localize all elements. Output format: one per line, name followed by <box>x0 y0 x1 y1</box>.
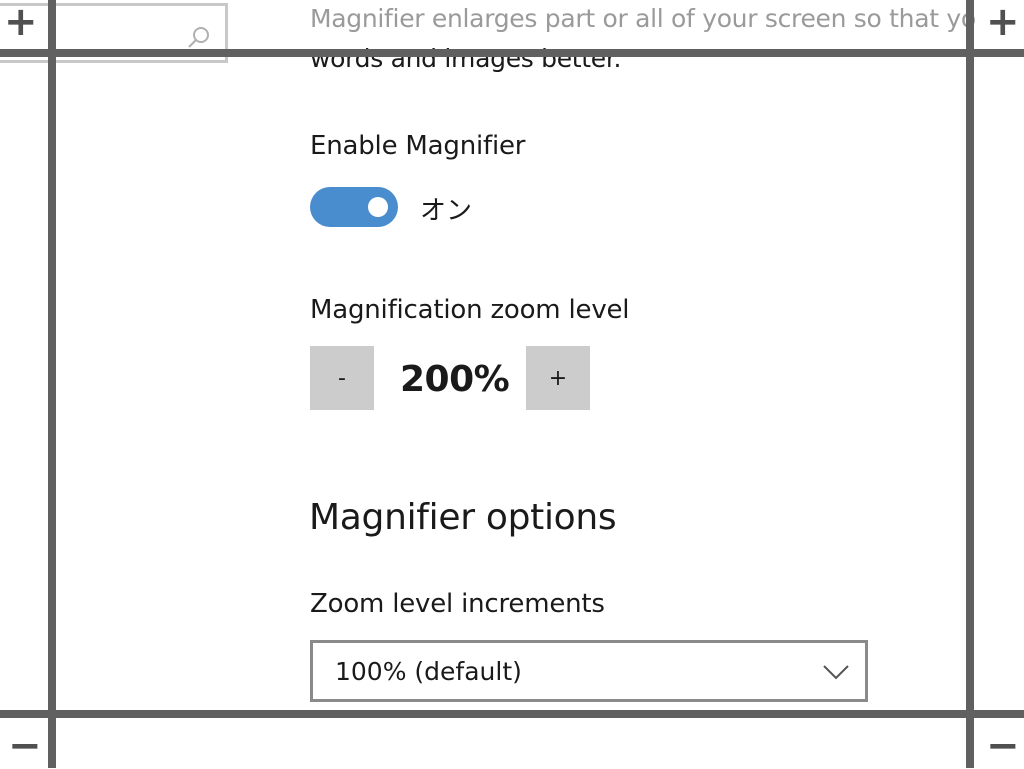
zoom-out-icon[interactable]: − <box>8 726 42 766</box>
zoom-decrease-button[interactable]: - <box>310 346 374 410</box>
enable-magnifier-label: Enable Magnifier <box>310 131 526 161</box>
page-description-line-1: Magnifier enlarges part or all of your s… <box>310 4 976 33</box>
magnifier-frame-right[interactable] <box>966 0 974 768</box>
zoom-decrease-label: - <box>338 365 346 391</box>
chevron-down-icon <box>823 665 849 680</box>
magnifier-frame-left[interactable] <box>48 0 56 768</box>
magnifier-frame-bottom <box>0 710 1024 718</box>
enable-magnifier-toggle[interactable] <box>310 187 398 227</box>
toggle-knob <box>368 197 388 217</box>
zoom-out-icon[interactable]: − <box>986 726 1020 766</box>
zoom-increase-label: + <box>548 365 568 391</box>
zoom-in-icon[interactable]: + <box>986 2 1020 42</box>
magnifier-frame-top <box>0 49 1024 57</box>
zoom-increments-label: Zoom level increments <box>310 589 605 619</box>
magnifier-options-heading: Magnifier options <box>309 497 617 538</box>
zoom-level-value: 200% <box>400 359 510 400</box>
zoom-in-icon[interactable]: + <box>4 2 38 42</box>
toggle-state-text: オン <box>420 196 473 226</box>
zoom-increments-dropdown[interactable]: 100% (default) <box>310 640 868 702</box>
zoom-level-label: Magnification zoom level <box>310 295 630 325</box>
search-icon <box>188 27 209 48</box>
zoom-increase-button[interactable]: + <box>526 346 590 410</box>
zoom-increments-value: 100% (default) <box>335 657 522 686</box>
